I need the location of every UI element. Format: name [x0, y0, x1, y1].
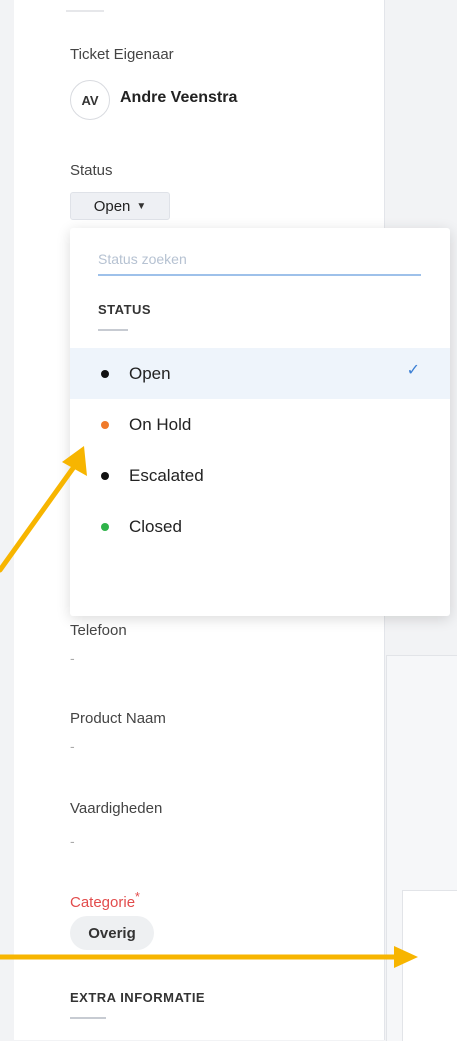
status-option-on-hold[interactable]: On Hold — [70, 399, 450, 450]
status-dropdown-button[interactable]: Open ▼ — [70, 192, 170, 220]
caret-down-icon: ▼ — [136, 200, 147, 212]
side-card-inner — [402, 890, 457, 1041]
product-naam-value[interactable]: - — [70, 738, 75, 754]
status-dot-icon — [101, 369, 109, 378]
status-section-title: STATUS — [98, 302, 152, 317]
status-option-label: Escalated — [129, 465, 204, 485]
status-dot-icon — [101, 420, 109, 429]
vaardigheden-value[interactable]: - — [70, 833, 75, 849]
required-asterisk: * — [135, 890, 140, 904]
panel-top-divider — [66, 0, 104, 12]
status-dot-icon — [101, 522, 109, 531]
section-underline — [70, 1017, 106, 1019]
product-naam-label: Product Naam — [70, 710, 166, 727]
status-option-label: On Hold — [129, 414, 192, 434]
categorie-chip[interactable]: Overig — [70, 916, 154, 950]
avatar[interactable]: AV — [70, 80, 110, 120]
categorie-label-text: Categorie — [70, 894, 136, 911]
categorie-label: Categorie* — [70, 890, 140, 911]
status-option-closed[interactable]: Closed — [70, 501, 450, 552]
status-option-label: Open — [129, 363, 171, 383]
vaardigheden-label: Vaardigheden — [70, 800, 163, 817]
status-search-input[interactable] — [98, 244, 421, 276]
extra-informatie-title: EXTRA INFORMATIE — [70, 990, 206, 1005]
checkmark-icon: ✓ — [406, 362, 420, 379]
section-underline — [98, 329, 128, 331]
ticket-owner-name[interactable]: Andre Veenstra — [120, 89, 237, 107]
status-option-label: Closed — [129, 516, 182, 536]
telefoon-value[interactable]: - — [70, 650, 75, 666]
status-dot-icon — [101, 471, 109, 480]
ticket-owner-label: Ticket Eigenaar — [70, 46, 174, 63]
status-label: Status — [70, 162, 113, 179]
telefoon-label: Telefoon — [70, 622, 127, 639]
status-option-escalated[interactable]: Escalated — [70, 450, 450, 501]
status-dropdown-menu: STATUS Open ✓ On Hold Escalated Closed — [70, 228, 450, 616]
status-option-open[interactable]: Open ✓ — [70, 348, 450, 399]
status-current-value: Open — [93, 197, 131, 215]
